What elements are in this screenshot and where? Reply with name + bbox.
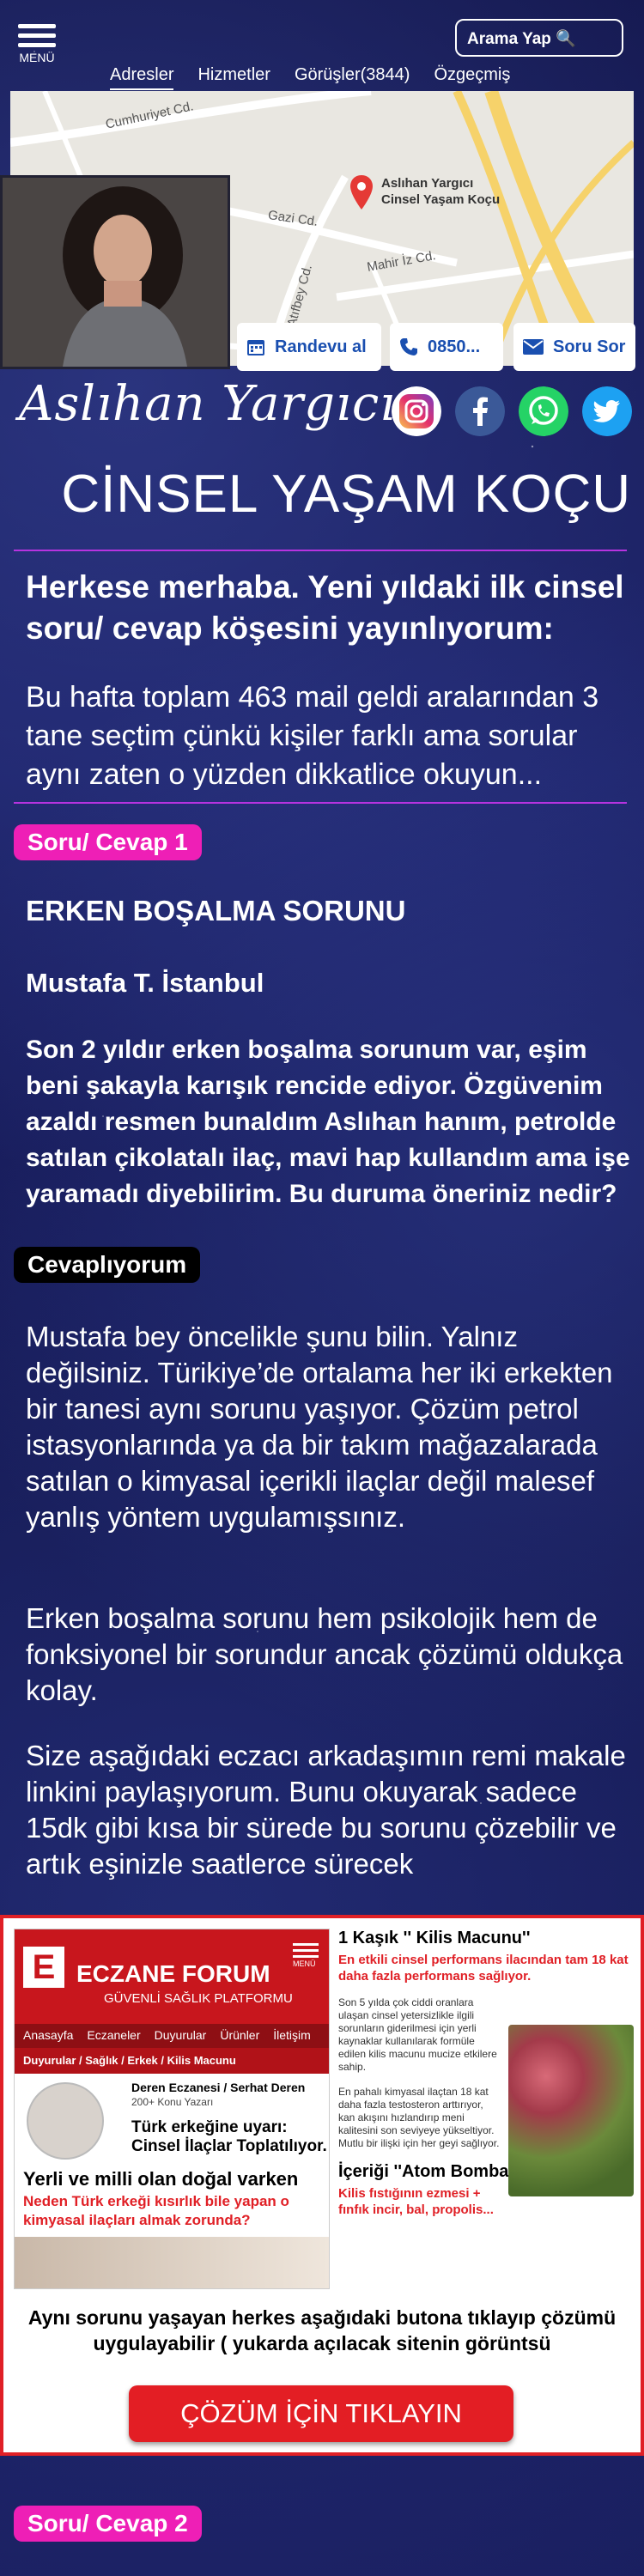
qa-badge: Soru/ Cevap 1: [14, 824, 202, 860]
main-nav: Adresler Hizmetler Görüşler(3844) Özgeçm…: [110, 65, 510, 90]
appointment-label: Randevu al: [275, 337, 367, 356]
page-title: CİNSEL YAŞAM KOÇU: [61, 465, 631, 524]
envelope-icon: [523, 339, 544, 355]
site-header: MENÜ Arama Yap 🔍 Adresler Hizmetler Görü…: [0, 0, 644, 90]
calendar-icon: [247, 340, 264, 355]
answer-paragraph: Size aşağıdaki eczacı arkadaşımın remi m…: [26, 1740, 626, 1880]
promo-text: Aynı sorunu yaşayan herkes aşağıdaki but…: [27, 2306, 617, 2354]
article-highlight: Kilis fıstığının ezmesi + fınfık incir, …: [338, 2186, 494, 2217]
phone-label: 0850...: [428, 337, 481, 356]
divider: [14, 802, 627, 804]
portrait-image: [3, 178, 228, 367]
phone-icon: [400, 338, 417, 355]
intro-lead: Herkese merhaba. Yeni yıldaki ilk cinsel…: [26, 569, 624, 646]
promo-menu-icon: MENÜ: [293, 1943, 319, 1968]
profile-photo: [0, 175, 230, 369]
promo-breadcrumb: Duyurular / Sağlık / Erkek / Kilis Macun…: [15, 2048, 329, 2074]
promo-site-header: E ECZANE FORUM GÜVENLİ SAĞLIK PLATFORMU …: [15, 1929, 329, 2024]
menu-label: MENÜ: [19, 51, 55, 64]
hamburger-icon: [18, 24, 56, 28]
hamburger-icon-bar: [18, 43, 56, 47]
answer-badge: Cevaplıyorum: [14, 1247, 201, 1283]
hamburger-icon-bar: [18, 33, 56, 38]
twitter-icon[interactable]: [582, 386, 632, 436]
whatsapp-icon[interactable]: [519, 386, 568, 436]
phone-button[interactable]: 0850...: [390, 323, 503, 371]
promo-warning: Türk erkeğine uyarı: Cinsel İlaçlar Topl…: [131, 2118, 327, 2155]
qa-badge: Soru/ Cevap 2: [14, 2506, 202, 2542]
appointment-button[interactable]: Randevu al: [237, 323, 381, 371]
question-author: Mustafa T. İstanbul: [26, 968, 264, 998]
nav-ozgecmis[interactable]: Özgeçmiş: [434, 65, 510, 90]
promo-author: Deren Eczanesi / Serhat Deren: [131, 2081, 306, 2094]
answer-paragraph: Erken boşalma sorunu hem psikolojik hem …: [26, 1602, 623, 1706]
intro-text: Bu hafta toplam 463 mail geldi aralarınd…: [26, 681, 599, 791]
nav-adresler[interactable]: Adresler: [110, 65, 174, 90]
promo-screenshot[interactable]: E ECZANE FORUM GÜVENLİ SAĞLIK PLATFORMU …: [14, 1929, 330, 2289]
promo-image: [15, 2237, 329, 2288]
pistachio-image: [508, 2025, 634, 2196]
article-title: 1 Kaşık '' Kilis Macunu'': [338, 1929, 531, 1947]
instagram-icon[interactable]: [392, 386, 441, 436]
promo-headline: Yerli ve milli olan doğal varken: [23, 2168, 299, 2190]
question-text: Son 2 yıldır erken boşalma sorunum var, …: [26, 1036, 630, 1208]
article-highlight: En etkili cinsel performans ilacından ta…: [338, 1953, 629, 1984]
promo-author-card: Deren Eczanesi / Serhat Deren 200+ Konu …: [15, 2074, 329, 2168]
promo-article: 1 Kaşık '' Kilis Macunu'' En etkili cins…: [338, 1929, 635, 2289]
signature-logo: Aslıhan Yargıcı: [19, 376, 397, 432]
menu-button[interactable]: MENÜ: [15, 24, 58, 64]
eczane-logo-icon: E: [23, 1947, 64, 1988]
answer-paragraph: Mustafa bey öncelikle şunu bilin. Yalnız…: [26, 1321, 613, 1533]
promo-site-tagline: GÜVENLİ SAĞLIK PLATFORMU: [104, 1991, 293, 2006]
promo-subheadline: Neden Türk erkeği kısırlık bile yapan o …: [23, 2193, 289, 2228]
question-title: ERKEN BOŞALMA SORUNU: [26, 895, 406, 927]
search-button[interactable]: Arama Yap 🔍: [455, 19, 623, 57]
facebook-icon[interactable]: [455, 386, 505, 436]
promo-site-name: ECZANE FORUM: [76, 1960, 270, 1987]
map-pin-label: Aslıhan Yargıcı Cinsel Yaşam Koçu: [381, 176, 501, 207]
avatar: [27, 2082, 104, 2160]
ask-question-button[interactable]: Soru Sor: [513, 323, 635, 371]
ask-question-label: Soru Sor: [553, 337, 626, 356]
map-pin-icon[interactable]: [349, 173, 374, 211]
divider: [14, 550, 627, 551]
promo-box: E ECZANE FORUM GÜVENLİ SAĞLIK PLATFORMU …: [0, 1915, 644, 2456]
solution-cta-button[interactable]: ÇÖZÜM İÇİN TIKLAYIN: [129, 2385, 513, 2442]
article-text: Son 5 yılda çok ciddi oranlara ulaşan ci…: [338, 1996, 497, 2073]
nav-gorusler[interactable]: Görüşler(3844): [295, 65, 410, 90]
article-text: En pahalı kimyasal ilaçtan 18 kat daha f…: [338, 2086, 500, 2149]
nav-hizmetler[interactable]: Hizmetler: [197, 65, 270, 90]
promo-nav: Anasayfa Eczaneler Duyurular Ürünler İletişi…: [15, 2024, 329, 2048]
promo-author-meta: 200+ Konu Yazarı: [131, 2096, 214, 2108]
